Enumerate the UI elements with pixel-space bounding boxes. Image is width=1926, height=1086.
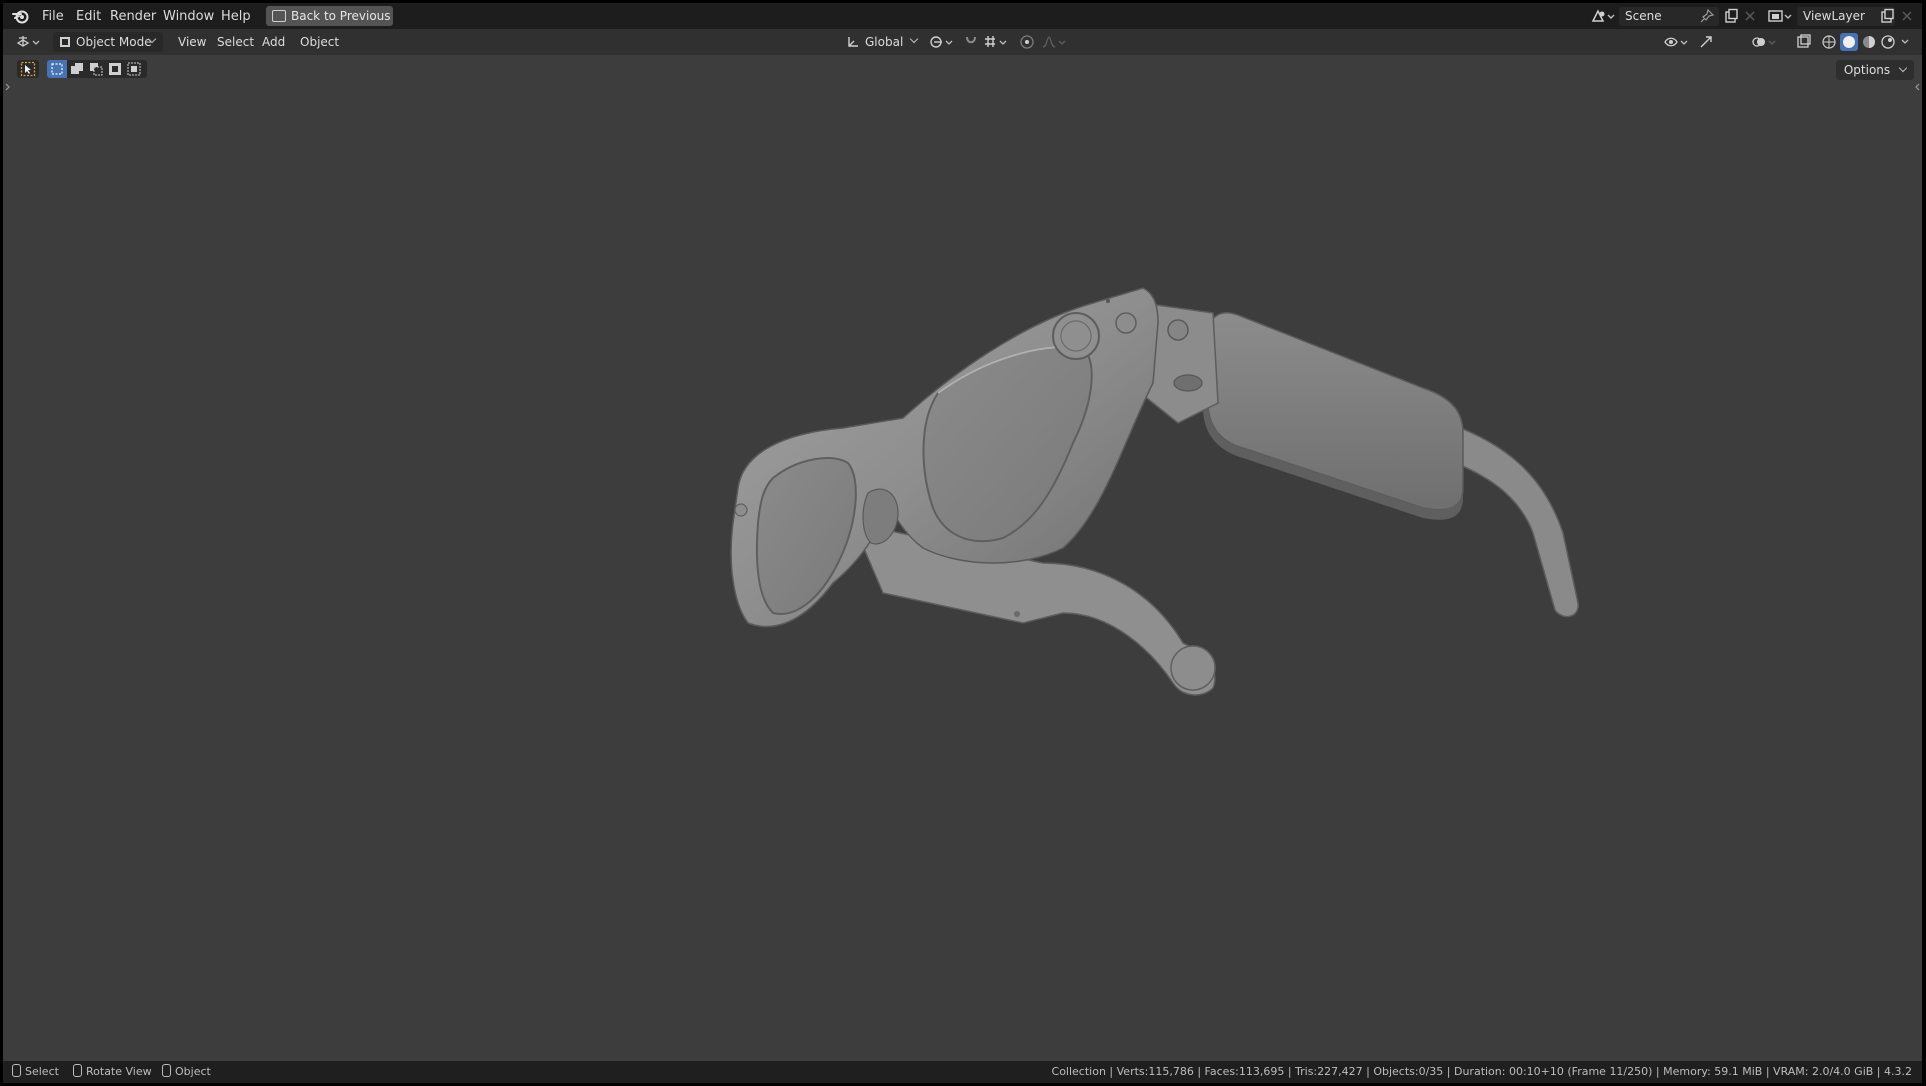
delete-view-layer-icon[interactable] (1901, 10, 1913, 22)
top-menu-bar: File Edit Render Window Help Back to Pre… (3, 3, 1922, 29)
scene-statistics: Collection | Verts:115,786 | Faces:113,6… (1051, 1065, 1912, 1078)
menu-select[interactable]: Select (213, 32, 258, 52)
material-preview-icon[interactable] (1861, 34, 1877, 50)
back-to-previous-label: Back to Previous (291, 9, 391, 23)
gizmo-icon[interactable] (1698, 34, 1714, 50)
view-layer-name: ViewLayer (1803, 9, 1865, 23)
pin-icon[interactable] (1700, 9, 1714, 23)
tool-settings-row: Options (3, 55, 1922, 81)
sidebar-toggle-icon[interactable] (1913, 82, 1921, 92)
mouse-middle-icon (73, 1064, 82, 1077)
menu-help[interactable]: Help (217, 7, 255, 26)
status-hint-label: Rotate View (86, 1065, 152, 1078)
editor-type-icon[interactable] (16, 34, 42, 50)
proportional-falloff-icon[interactable] (1041, 34, 1069, 50)
status-hint-rotate: Rotate View (73, 1061, 152, 1083)
view-layer-icon[interactable] (1767, 8, 1793, 24)
select-invert-icon[interactable] (107, 61, 123, 77)
object-mode-icon (60, 37, 70, 47)
active-tool-button[interactable] (17, 60, 39, 78)
status-hint-label: Select (25, 1065, 59, 1078)
select-new-icon (51, 63, 63, 75)
chevron-down-icon (909, 34, 919, 44)
transform-orientation-label: Global (865, 35, 904, 49)
menu-window[interactable]: Window (159, 7, 218, 26)
select-box-tool-icon (20, 61, 36, 77)
solid-shading-button[interactable] (1840, 33, 1858, 51)
select-new-button[interactable] (47, 60, 67, 78)
menu-edit[interactable]: Edit (72, 7, 105, 26)
overlays-icon[interactable] (1751, 34, 1779, 50)
blender-logo-icon[interactable] (12, 8, 30, 24)
select-subtract-icon[interactable] (88, 61, 104, 77)
selection-mode-group (47, 60, 147, 78)
menu-object[interactable]: Object (296, 32, 343, 52)
toolbar-toggle-icon[interactable] (4, 82, 12, 92)
menu-render[interactable]: Render (106, 7, 160, 26)
new-scene-icon[interactable] (1723, 8, 1739, 24)
status-hint-select: Select (12, 1061, 59, 1083)
select-extend-icon[interactable] (69, 61, 85, 77)
visibility-icon[interactable] (1663, 34, 1691, 50)
menu-view[interactable]: View (174, 32, 210, 52)
delete-scene-icon[interactable] (1744, 10, 1756, 22)
menu-file[interactable]: File (38, 7, 68, 26)
status-hint-label: Object (175, 1065, 211, 1078)
axes-icon (848, 37, 858, 47)
snap-toggle-icon[interactable] (963, 34, 979, 50)
select-intersect-icon[interactable] (126, 61, 142, 77)
rendered-shading-icon[interactable] (1880, 34, 1896, 50)
mouse-left-icon (12, 1064, 21, 1077)
back-icon (272, 10, 286, 22)
glasses-model[interactable] (3, 55, 1922, 1061)
proportional-editing-icon[interactable] (1019, 34, 1035, 50)
snap-target-icon[interactable] (983, 34, 1011, 50)
viewport-header: Object Mode View Select Add Object Globa… (3, 29, 1922, 55)
status-hint-object: Object (162, 1061, 211, 1083)
new-view-layer-icon[interactable] (1879, 8, 1895, 24)
scene-name: Scene (1625, 9, 1662, 23)
mouse-right-icon (162, 1064, 171, 1077)
object-mode-label: Object Mode (76, 35, 152, 49)
back-to-previous-button[interactable]: Back to Previous (266, 6, 393, 26)
transform-orientation-dropdown[interactable]: Global (843, 32, 921, 52)
status-bar: Select Rotate View Object Collection | V… (3, 1061, 1922, 1083)
scene-icon[interactable] (1590, 8, 1616, 24)
solid-shading-icon (1843, 36, 1855, 48)
menu-add[interactable]: Add (258, 32, 289, 52)
blender-window: File Edit Render Window Help Back to Pre… (3, 3, 1922, 1083)
object-mode-dropdown[interactable]: Object Mode (53, 32, 163, 52)
pivot-point-icon[interactable] (928, 34, 956, 50)
3d-viewport[interactable] (3, 55, 1922, 1061)
xray-icon[interactable] (1796, 34, 1812, 50)
options-label: Options (1843, 63, 1891, 77)
wireframe-shading-icon[interactable] (1821, 34, 1837, 50)
chevron-down-icon (1898, 63, 1908, 73)
shading-options-icon[interactable] (1900, 37, 1910, 47)
options-dropdown[interactable]: Options (1835, 60, 1914, 80)
